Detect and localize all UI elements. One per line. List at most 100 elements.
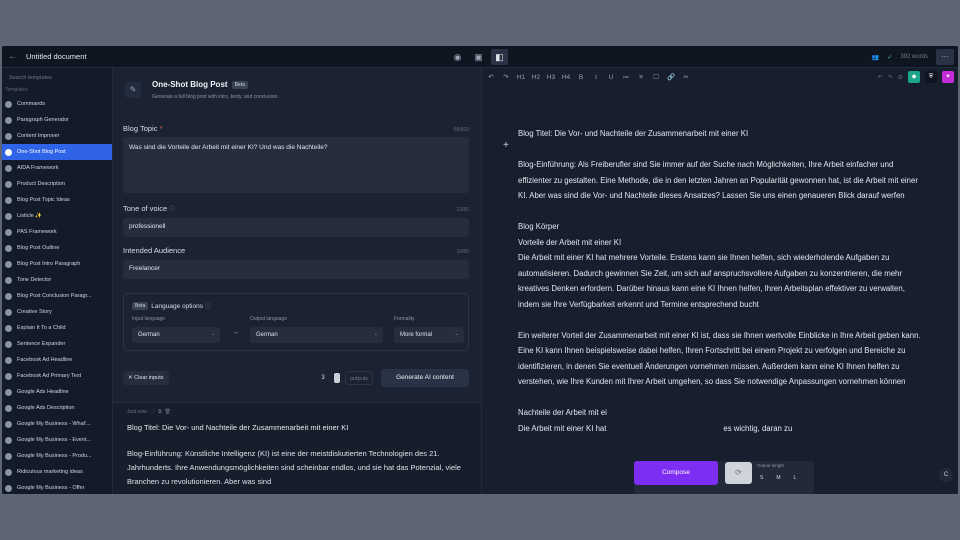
sidebar-item[interactable]: Google My Business - Offer [2,480,112,494]
sidebar-item[interactable]: Creative Story [2,304,112,320]
template-icon [5,132,12,140]
editor-paragraph[interactable]: Ein weiterer Vorteil der Zusammenarbeit … [518,328,928,390]
sidebar-item[interactable]: Facebook Ad Headline [2,352,112,368]
sidebar-item[interactable]: Google Ads Description [2,400,112,416]
sidebar-item[interactable]: Blog Post Intro Paragraph [2,256,112,272]
sidebar-item[interactable]: One-Shot Blog Post [2,144,112,160]
toolbar-button[interactable]: ≔ [621,73,631,81]
toolbar-button[interactable]: H1 [516,74,526,81]
document-title[interactable]: Untitled document [26,52,86,61]
sidebar-item[interactable]: Ridiculous marketing ideas [2,464,112,480]
sidebar-item[interactable]: Blog Post Topic Ideas [2,192,112,208]
output-language-select[interactable]: German ⌄ [250,327,383,343]
editor-paragraph[interactable]: Blog Körper Vorteile der Arbeit mit eine… [518,219,928,312]
length-option[interactable]: S [760,475,763,481]
toolbar-button[interactable]: 🔗 [666,73,676,81]
sidebar-item[interactable]: Google My Business - What'... [2,416,112,432]
toolbar-button[interactable]: ✂ [681,73,691,81]
sidebar-item[interactable]: Facebook Ad Primary Text [2,368,112,384]
sidebar-item[interactable]: Google Ads Headline [2,384,112,400]
output-length-label: Output length [757,463,785,468]
clear-inputs-button[interactable]: ✕ Clear inputs [123,371,169,385]
grammar-icon[interactable]: ◆ [908,71,920,83]
more-options-button[interactable]: ··· [936,49,954,65]
sidebar-item[interactable]: Content Improver [2,128,112,144]
toolbar-button[interactable]: H2 [531,74,541,81]
template-icon [5,388,12,396]
beta-badge: Beta [132,302,149,311]
generate-button[interactable]: Generate AI content [381,369,469,387]
sidebar-item[interactable]: Product Description [2,176,112,192]
editor-paragraph[interactable]: Blog-Einführung: Als Freiberufler sind S… [518,157,928,204]
blog-topic-input[interactable]: Was sind die Vorteile der Arbeit mit ein… [123,137,469,193]
sidebar-item[interactable]: AIDA Framework [2,160,112,176]
sidebar-item-label: Facebook Ad Primary Text [17,373,82,379]
formality-select[interactable]: More formal ⌄ [394,327,464,343]
toolbar-button[interactable]: I [591,74,601,81]
redo-icon[interactable]: ↷ [888,74,893,81]
toolbar-button[interactable]: ☐ [651,73,661,81]
top-bar: ← Untitled document ◉ ▣ ◧ 👥 ✓ 392 words … [2,46,958,68]
toolbar-button[interactable]: H3 [546,74,556,81]
audience-input[interactable]: Freelancer [123,260,469,279]
editor-content[interactable]: Blog Titel: Die Vor- und Nachteile der Z… [518,126,928,452]
refresh-icon[interactable]: ⟳ [725,462,752,484]
sidebar-item[interactable]: Blog Post Conclusion Paragr... [2,288,112,304]
input-language-select[interactable]: German ⌄ [132,327,220,343]
template-search-input[interactable]: Search templates [2,68,112,84]
template-icon [5,116,12,124]
sidebar-item[interactable]: Google My Business - Produ... [2,448,112,464]
chat-icon[interactable]: C [939,468,953,482]
settings-icon[interactable]: ⚙ [898,74,903,81]
language-options-header[interactable]: Beta Language options ⓘ [132,300,211,311]
outputs-label: outputs [345,371,374,385]
outputs-count[interactable]: 3 [316,371,330,385]
template-icon [5,180,12,188]
length-option[interactable]: L [794,475,797,481]
sidebar-item[interactable]: Google My Business - Event... [2,432,112,448]
editor-paragraph[interactable]: Nachteile der Arbeit mit ei Die Arbeit m… [518,405,928,436]
sidebar-item[interactable]: Tone Detector [2,272,112,288]
split-view-icon[interactable]: ◧ [491,49,508,65]
sidebar-item[interactable]: Blog Post Outline [2,240,112,256]
tone-input[interactable]: professionell [123,218,469,237]
arrow-right-icon: → [232,329,239,336]
sidebar-item-label: Explain It To a Child [17,325,66,331]
toolbar-button[interactable]: ≡ [636,74,646,81]
sidebar-item-label: PAS Framework [17,229,57,235]
template-icon [5,436,12,444]
toolbar-button[interactable]: ↷ [501,73,511,81]
back-arrow-icon[interactable]: ← [8,51,22,62]
sidebar-item[interactable]: PAS Framework [2,224,112,240]
sidebar-item[interactable]: Commands [2,96,112,112]
toolbar-button[interactable]: ↶ [486,73,496,81]
sidebar-item-label: Ridiculous marketing ideas [17,469,83,475]
output-body[interactable]: Blog-Einführung: Künstliche Intelligenz … [127,447,467,489]
ai-assistant-icon[interactable]: ✦ [942,71,954,83]
add-block-icon[interactable]: + [503,140,509,151]
template-icon [5,420,12,428]
layout-icon[interactable]: ▣ [470,49,487,65]
toolbar-button[interactable]: U [606,74,616,81]
length-option[interactable]: M [776,475,780,481]
chevron-down-icon: ⌄ [454,331,459,337]
undo-icon[interactable]: ↶ [878,74,883,81]
stepper-icon[interactable] [334,373,340,383]
sidebar-item[interactable]: Listicle ✨ [2,208,112,224]
toolbar-button[interactable]: B [576,74,586,81]
sidebar-item[interactable]: Sentence Expander [2,336,112,352]
tone-count: 12/80 [456,207,469,213]
sidebar-item-label: Google My Business - Event... [17,437,91,443]
sidebar-item[interactable]: Explain It To a Child [2,320,112,336]
output-title[interactable]: Blog Titel: Die Vor- und Nachteile der Z… [127,423,348,432]
sidebar-item[interactable]: Paragraph Generator [2,112,112,128]
shield-icon[interactable]: ⛨ [925,71,937,83]
toolbar-button[interactable]: H4 [561,74,571,81]
editor-paragraph[interactable]: Blog Titel: Die Vor- und Nachteile der Z… [518,126,928,142]
compose-button[interactable]: Compose [634,461,718,485]
template-icon [5,468,12,476]
template-icon [5,148,12,156]
users-icon[interactable]: 👥 [872,54,879,61]
sidebar-item-label: Google Ads Headline [17,389,69,395]
preview-eye-icon[interactable]: ◉ [449,49,466,65]
